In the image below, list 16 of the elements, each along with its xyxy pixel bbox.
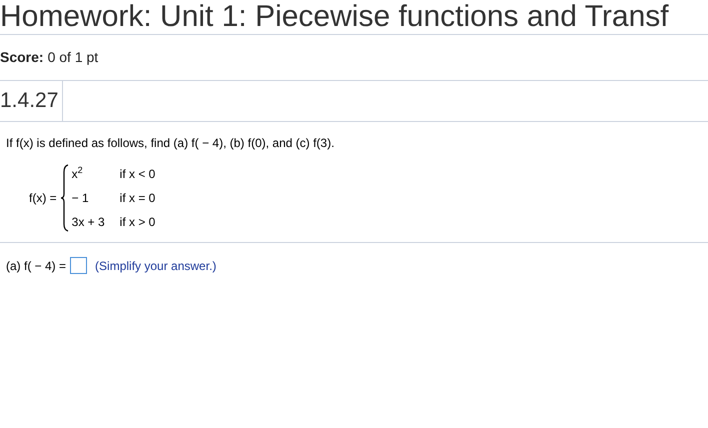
case-expression: x$^{2}$ [72, 164, 84, 182]
case-condition: if x = 0 [120, 190, 156, 206]
page-title: Homework: Unit 1: Piecewise functions and Transf [0, 0, 670, 34]
question-number: 1.4.27 [0, 81, 64, 120]
case-expression: − 1 [72, 190, 90, 206]
brace-icon [60, 164, 70, 232]
question-text: If f(x) is defined as follows, find (a) f( − 4), (b) f(0), and (c) f(3). [5, 134, 336, 152]
answer-box[interactable] [70, 257, 88, 274]
case-condition: if x < 0 [120, 166, 156, 182]
score-value: 0 of 1 pt [48, 49, 98, 65]
function-label: f(x) = [29, 190, 57, 206]
case-expression: 3x + 3 [72, 214, 106, 230]
case-condition: if x > 0 [120, 214, 156, 230]
score-label: Score: [0, 49, 44, 65]
answer-label: (a) f( − 4) = [6, 258, 66, 274]
answer-hint: (Simplify your answer.) [95, 258, 216, 274]
